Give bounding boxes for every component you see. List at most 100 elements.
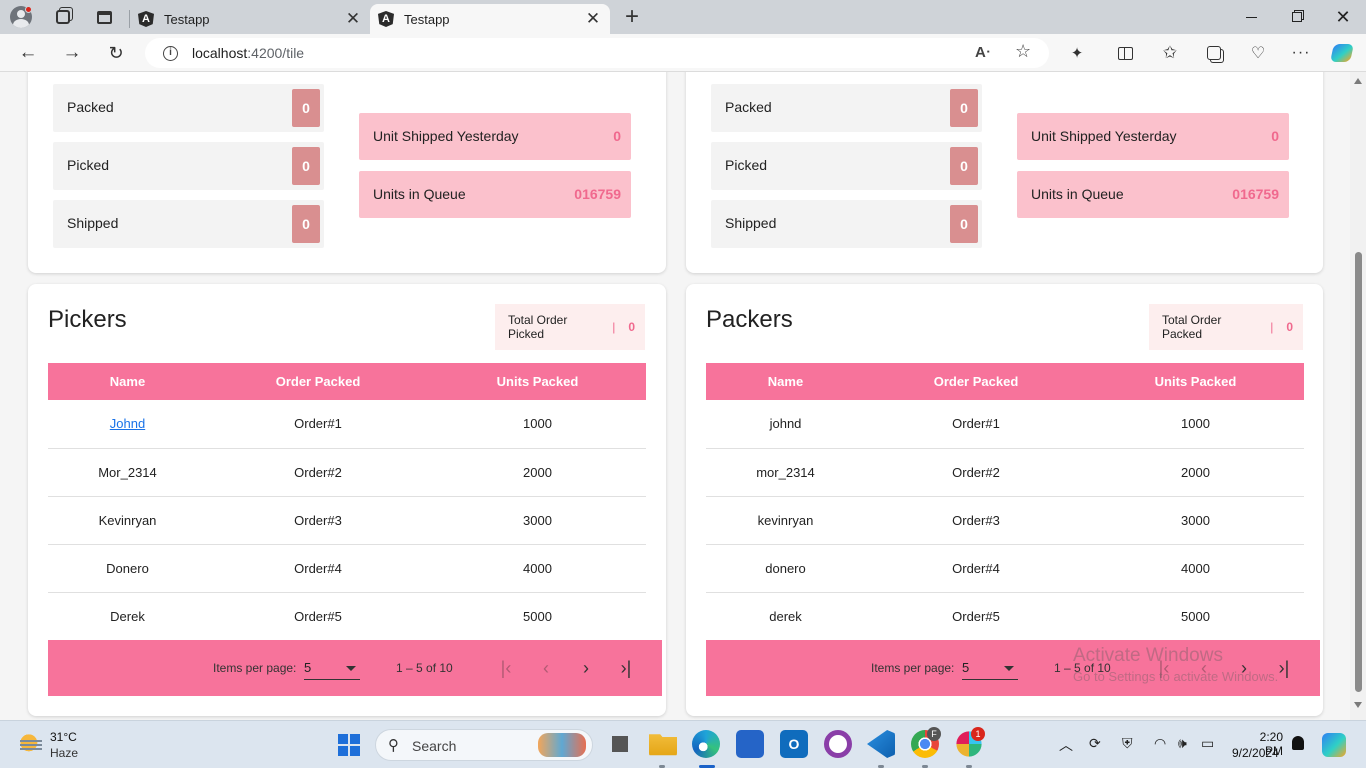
vscode-icon[interactable] [867, 730, 895, 758]
browser-essentials-icon[interactable]: ♡ [1247, 42, 1269, 64]
show-hidden-icons-chevron-icon[interactable]: ︿ [1059, 735, 1073, 755]
page-range-label: 1 – 5 of 10 [1054, 661, 1111, 675]
windows-start-icon[interactable] [338, 734, 360, 756]
cell-name[interactable]: Johnd [48, 400, 207, 448]
forward-arrow-icon[interactable]: → [59, 41, 85, 65]
column-header-name[interactable]: Name [706, 363, 865, 400]
table-header-row: Name Order Packed Units Packed [48, 363, 646, 400]
minimize-window-button[interactable] [1228, 4, 1274, 30]
column-header-units-packed[interactable]: Units Packed [1087, 363, 1304, 400]
cortana-icon[interactable] [824, 730, 852, 758]
pickers-title: Pickers [48, 306, 127, 333]
status-count-badge: 0 [292, 205, 320, 243]
page-size-select[interactable]: 5 [304, 660, 360, 680]
volume-icon[interactable]: 🕪 [1178, 735, 1187, 752]
back-arrow-icon[interactable]: ← [15, 41, 41, 65]
files-app-icon[interactable] [606, 730, 634, 758]
page-size-value: 5 [962, 660, 970, 675]
table-row: Mor_2314 Order#2 2000 [48, 448, 646, 496]
extensions-puzzle-icon[interactable]: ✦ [1066, 42, 1088, 64]
first-page-icon[interactable]: |‹ [1152, 656, 1176, 680]
favorites-icon[interactable]: ✩ [1159, 42, 1181, 64]
scrollbar-thumb[interactable] [1355, 252, 1362, 692]
previous-page-icon[interactable]: ‹ [1192, 656, 1216, 680]
table-row: johnd Order#1 1000 [706, 400, 1304, 448]
page-size-select[interactable]: 5 [962, 660, 1018, 680]
table-row: Johnd Order#1 1000 [48, 400, 646, 448]
status-label: Picked [725, 157, 768, 173]
table-row: derek Order#5 5000 [706, 592, 1304, 640]
cell-name: kevinryan [757, 512, 814, 528]
favorite-star-icon[interactable]: ☆ [1015, 41, 1031, 62]
total-order-picked: Total Order Picked | 0 [495, 304, 645, 350]
new-tab-icon[interactable]: + [620, 3, 644, 30]
sync-icon[interactable]: ⟳ [1089, 735, 1101, 752]
cell-units: 4000 [1181, 560, 1210, 576]
browser-tab-2-active[interactable]: Testapp ✕ [370, 4, 610, 34]
status-count-badge: 0 [292, 147, 320, 185]
edge-browser-icon[interactable] [692, 730, 720, 758]
file-explorer-icon[interactable] [649, 734, 677, 756]
weather-haze-icon[interactable] [18, 732, 42, 756]
status-label: Shipped [67, 215, 119, 231]
security-icon[interactable]: ⛨ [1122, 735, 1133, 752]
more-options-icon[interactable]: ··· [1290, 42, 1312, 64]
clock-date[interactable]: 9/2/2024 [1232, 746, 1279, 760]
browser-tab-bar: Testapp ✕ Testapp ✕ + ✕ [0, 0, 1366, 34]
browser-tab-1[interactable]: Testapp ✕ [130, 4, 370, 34]
windows-taskbar: 31°C Haze ⚲ Search O ︿ ⟳ ⛨ ◠ 🕪 ▭ 2:20 PM… [0, 720, 1366, 768]
notification-bell-icon[interactable] [1292, 736, 1304, 750]
next-page-icon[interactable]: › [574, 656, 598, 680]
status-shipped: Shipped 0 [711, 200, 982, 248]
workspaces-icon[interactable] [51, 5, 75, 29]
profile-icon[interactable] [9, 5, 33, 29]
column-header-units-packed[interactable]: Units Packed [429, 363, 646, 400]
cell-units: 1000 [523, 416, 552, 432]
search-highlight-icon [538, 733, 586, 757]
close-tab-icon[interactable]: ✕ [342, 9, 364, 29]
split-screen-icon[interactable] [1114, 42, 1136, 64]
site-info-icon[interactable]: i [163, 45, 178, 61]
read-aloud-icon[interactable]: Aᐧ [975, 43, 990, 61]
cell-name: donero [765, 560, 806, 576]
page-scrollbar[interactable] [1350, 72, 1366, 720]
status-count-badge: 0 [950, 89, 978, 127]
metric-label: Units in Queue [373, 186, 466, 202]
last-page-icon[interactable]: ›| [1272, 656, 1296, 680]
status-count-badge: 0 [950, 205, 978, 243]
status-label: Packed [725, 99, 772, 115]
cell-order: Order#5 [294, 608, 342, 624]
outlook-icon[interactable]: O [780, 730, 808, 758]
battery-icon[interactable]: ▭ [1201, 735, 1214, 752]
picker-name-link[interactable]: Johnd [110, 416, 145, 431]
slack-notification-badge: 1 [971, 727, 985, 741]
wifi-icon[interactable]: ◠ [1154, 735, 1166, 752]
scroll-up-arrow-icon[interactable] [1354, 78, 1362, 84]
previous-page-icon[interactable]: ‹ [534, 656, 558, 680]
close-tab-icon[interactable]: ✕ [582, 9, 604, 29]
column-header-name[interactable]: Name [48, 363, 207, 400]
table-row: kevinryan Order#3 3000 [706, 496, 1304, 544]
collections-icon[interactable] [1203, 42, 1225, 64]
close-window-button[interactable]: ✕ [1320, 4, 1366, 30]
column-header-order-packed[interactable]: Order Packed [865, 363, 1087, 400]
weather-condition[interactable]: Haze [50, 746, 78, 760]
microsoft-store-icon[interactable] [736, 730, 764, 758]
column-header-order-packed[interactable]: Order Packed [207, 363, 429, 400]
tab-actions-icon[interactable] [92, 5, 116, 29]
copilot-icon[interactable] [1330, 42, 1354, 64]
weather-temperature[interactable]: 31°C [50, 730, 77, 744]
taskbar-search[interactable]: ⚲ Search [375, 729, 593, 761]
restore-window-button[interactable] [1274, 4, 1320, 30]
address-bar[interactable]: i localhost:4200/tile Aᐧ ☆ [145, 38, 1049, 68]
packers-card: Packers Total Order Packed | 0 Name Orde… [686, 284, 1323, 716]
scroll-down-arrow-icon[interactable] [1354, 702, 1362, 708]
copilot-taskbar-icon[interactable] [1322, 733, 1346, 757]
next-page-icon[interactable]: › [1232, 656, 1256, 680]
last-page-icon[interactable]: ›| [614, 656, 638, 680]
reload-icon[interactable]: ↻ [103, 41, 129, 65]
url-path: :4200/tile [247, 45, 305, 61]
first-page-icon[interactable]: |‹ [494, 656, 518, 680]
tab-title: Testapp [164, 11, 210, 27]
cell-name: Kevinryan [98, 512, 157, 528]
